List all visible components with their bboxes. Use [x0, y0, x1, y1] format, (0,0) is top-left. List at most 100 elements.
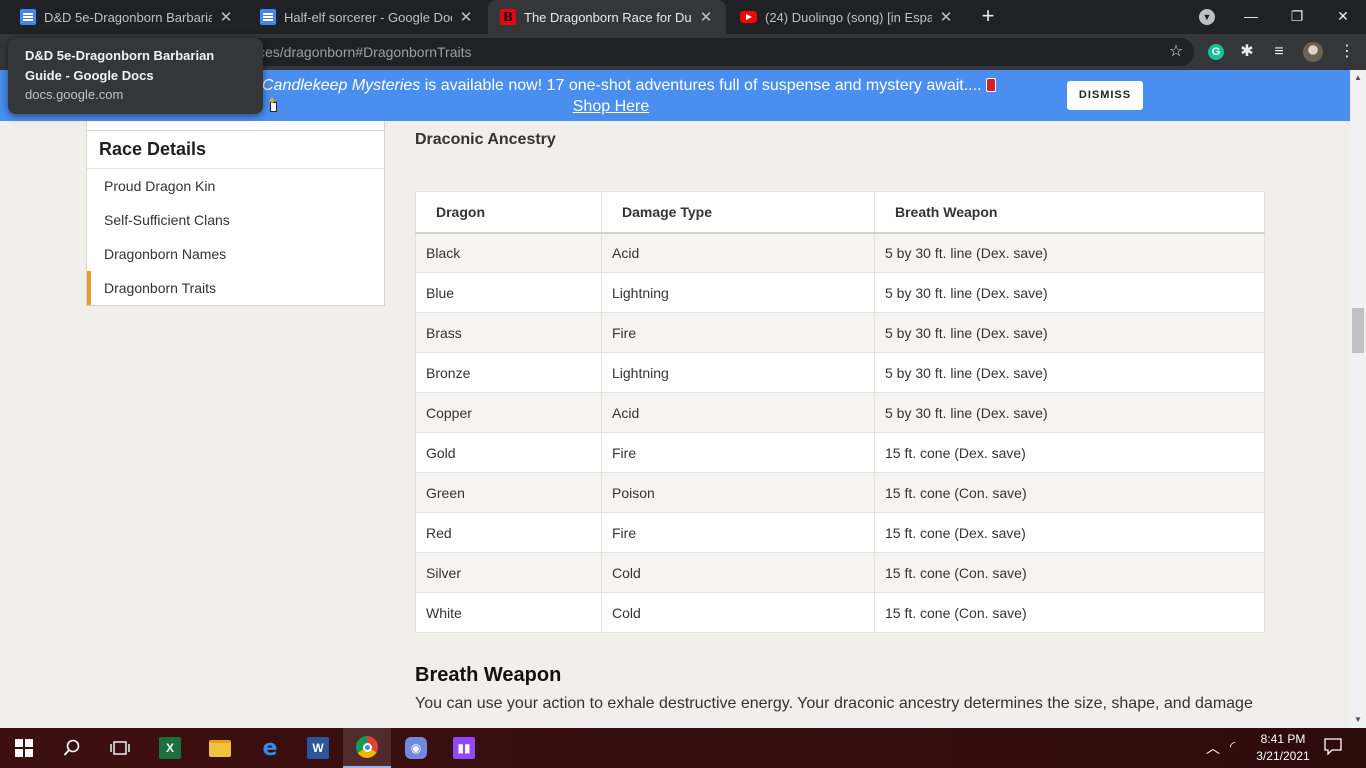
- show-hidden-icons-chevron-icon[interactable]: ︿: [1206, 738, 1220, 758]
- tab-strip: D&D 5e-Dragonborn Barbarian Guide - Goog…: [0, 0, 1366, 34]
- dragon-cell: Copper: [415, 392, 602, 433]
- race-details-sidebar: Race Details Proud Dragon Kin Self-Suffi…: [86, 121, 385, 306]
- file-explorer-icon[interactable]: [196, 728, 244, 768]
- table-row: Brass Fire 5 by 30 ft. line (Dex. save): [415, 312, 1265, 353]
- windows-taskbar: X e W ◉ ▮▮ ︿ ◜ 8:41 PM 3/21/2021: [0, 728, 1366, 768]
- page-scrollbar[interactable]: ▲ ▼: [1350, 70, 1366, 728]
- damage-type-cell: Fire: [601, 432, 875, 473]
- close-window-button[interactable]: ✕: [1320, 0, 1366, 34]
- table-row: Green Poison 15 ft. cone (Con. save): [415, 472, 1265, 513]
- table-row: Copper Acid 5 by 30 ft. line (Dex. save): [415, 392, 1265, 433]
- tab-title: Half-elf sorcerer - Google Docs: [284, 9, 452, 25]
- tab-title: D&D 5e-Dragonborn Barbarian Guide - Goog…: [44, 9, 212, 25]
- hover-card-title: D&D 5e-Dragonborn Barbarian Guide - Goog…: [25, 48, 215, 83]
- breath-weapon-cell: 15 ft. cone (Con. save): [874, 472, 1265, 513]
- tab-google-docs-sorcerer[interactable]: Half-elf sorcerer - Google Docs ✕: [248, 0, 486, 34]
- table-header-row: Dragon Damage Type Breath Weapon: [415, 191, 1265, 234]
- task-view-icon[interactable]: [96, 728, 144, 768]
- google-docs-icon: [20, 9, 36, 25]
- column-header-breath-weapon: Breath Weapon: [874, 191, 1265, 234]
- google-docs-icon: [260, 9, 276, 25]
- word-icon[interactable]: W: [294, 728, 342, 768]
- grammarly-icon[interactable]: G: [1208, 44, 1224, 60]
- scroll-up-arrow-icon[interactable]: ▲: [1350, 70, 1366, 86]
- scroll-down-arrow-icon[interactable]: ▼: [1350, 712, 1366, 728]
- banner-text: is available now! 17 one-shot adventures…: [420, 77, 982, 94]
- breath-weapon-cell: 15 ft. cone (Dex. save): [874, 512, 1265, 553]
- column-header-dragon: Dragon: [415, 191, 602, 234]
- menu-icon[interactable]: ⋮: [1337, 42, 1357, 62]
- hover-card-url: docs.google.com: [25, 87, 124, 102]
- close-icon[interactable]: ✕: [458, 8, 474, 26]
- damage-type-cell: Lightning: [601, 272, 875, 313]
- windows-start-icon[interactable]: [0, 728, 48, 768]
- sidebar-heading: Race Details: [87, 130, 384, 169]
- dragon-cell: Brass: [415, 312, 602, 353]
- clock-time: 8:41 PM: [1260, 732, 1306, 746]
- table-row: Black Acid 5 by 30 ft. line (Dex. save): [415, 232, 1265, 273]
- dndbeyond-icon: B: [500, 9, 516, 25]
- table-row: Bronze Lightning 5 by 30 ft. line (Dex. …: [415, 352, 1265, 393]
- dragon-cell: Blue: [415, 272, 602, 313]
- breath-weapon-cell: 5 by 30 ft. line (Dex. save): [874, 352, 1265, 393]
- breath-weapon-cell: 5 by 30 ft. line (Dex. save): [874, 392, 1265, 433]
- breath-weapon-cell: 15 ft. cone (Con. save): [874, 552, 1265, 593]
- sidebar-item-proud-dragon-kin[interactable]: Proud Dragon Kin: [87, 169, 384, 203]
- sidebar-item-dragonborn-names[interactable]: Dragonborn Names: [87, 237, 384, 271]
- section-title: Draconic Ancestry: [415, 131, 556, 148]
- clock-date: 3/21/2021: [1256, 749, 1310, 763]
- breath-weapon-cell: 5 by 30 ft. line (Dex. save): [874, 312, 1265, 353]
- tab-dragonborn-race[interactable]: B The Dragonborn Race for Dungeons & Dra…: [488, 0, 726, 34]
- table-row: White Cold 15 ft. cone (Con. save): [415, 592, 1265, 633]
- scrollbar-thumb[interactable]: [1352, 308, 1364, 353]
- new-tab-button[interactable]: +: [976, 5, 1000, 29]
- damage-type-cell: Cold: [601, 552, 875, 593]
- edge-icon[interactable]: e: [246, 728, 294, 768]
- breath-weapon-cell: 5 by 30 ft. line (Dex. save): [874, 232, 1265, 273]
- chrome-icon[interactable]: [343, 728, 391, 768]
- table-row: Silver Cold 15 ft. cone (Con. save): [415, 552, 1265, 593]
- twitch-icon[interactable]: ▮▮: [440, 728, 488, 768]
- maximize-button[interactable]: ❐: [1274, 0, 1320, 34]
- close-icon[interactable]: ✕: [938, 8, 954, 26]
- breath-weapon-cell: 15 ft. cone (Dex. save): [874, 432, 1265, 473]
- dragon-cell: Silver: [415, 552, 602, 593]
- avatar[interactable]: [1303, 42, 1323, 62]
- discord-icon[interactable]: ◉: [392, 728, 440, 768]
- breath-weapon-paragraph: You can use your action to exhale destru…: [415, 695, 1253, 712]
- close-icon[interactable]: ✕: [698, 8, 714, 26]
- media-control-icon[interactable]: ≡: [1269, 42, 1289, 62]
- dismiss-button[interactable]: DISMISS: [1067, 81, 1143, 110]
- tab-search-icon[interactable]: ▼: [1199, 9, 1215, 25]
- sidebar-item-self-sufficient-clans[interactable]: Self-Sufficient Clans: [87, 203, 384, 237]
- damage-type-cell: Acid: [601, 392, 875, 433]
- tab-google-docs-barbarian[interactable]: D&D 5e-Dragonborn Barbarian Guide - Goog…: [8, 0, 246, 34]
- search-icon[interactable]: [48, 728, 96, 768]
- close-icon[interactable]: ✕: [218, 8, 234, 26]
- tab-youtube-duolingo[interactable]: (24) Duolingo (song) [in Español] ✕: [728, 0, 966, 34]
- damage-type-cell: Lightning: [601, 352, 875, 393]
- table-row: Red Fire 15 ft. cone (Dex. save): [415, 512, 1265, 553]
- wifi-icon[interactable]: ◜: [1230, 738, 1235, 755]
- tab-hover-card: D&D 5e-Dragonborn Barbarian Guide - Goog…: [8, 38, 263, 114]
- dragon-cell: Gold: [415, 432, 602, 473]
- bookmark-star-icon[interactable]: ☆: [1166, 42, 1186, 62]
- sidebar-item-dragonborn-traits[interactable]: Dragonborn Traits: [87, 271, 384, 305]
- extensions-icon[interactable]: ✱: [1237, 42, 1257, 62]
- table-row: Blue Lightning 5 by 30 ft. line (Dex. sa…: [415, 272, 1265, 313]
- breath-weapon-cell: 15 ft. cone (Con. save): [874, 592, 1265, 633]
- dragon-cell: White: [415, 592, 602, 633]
- clock[interactable]: 8:41 PM 3/21/2021: [1248, 731, 1318, 765]
- draconic-ancestry-table: Dragon Damage Type Breath Weapon Black A…: [415, 191, 1265, 633]
- breath-weapon-heading: Breath Weapon: [415, 664, 562, 686]
- minimize-button[interactable]: —: [1228, 0, 1274, 34]
- youtube-icon: [740, 11, 757, 23]
- column-header-damage-type: Damage Type: [601, 191, 875, 234]
- tab-title: (24) Duolingo (song) [in Español]: [765, 9, 932, 25]
- damage-type-cell: Fire: [601, 312, 875, 353]
- excel-icon[interactable]: X: [146, 728, 194, 768]
- book-icon: [985, 78, 996, 92]
- tab-title: The Dragonborn Race for Dungeons & Drago…: [524, 9, 692, 25]
- address-bar[interactable]: ces/dragonborn#DragonbornTraits: [240, 38, 1194, 66]
- notifications-icon[interactable]: [1324, 737, 1342, 758]
